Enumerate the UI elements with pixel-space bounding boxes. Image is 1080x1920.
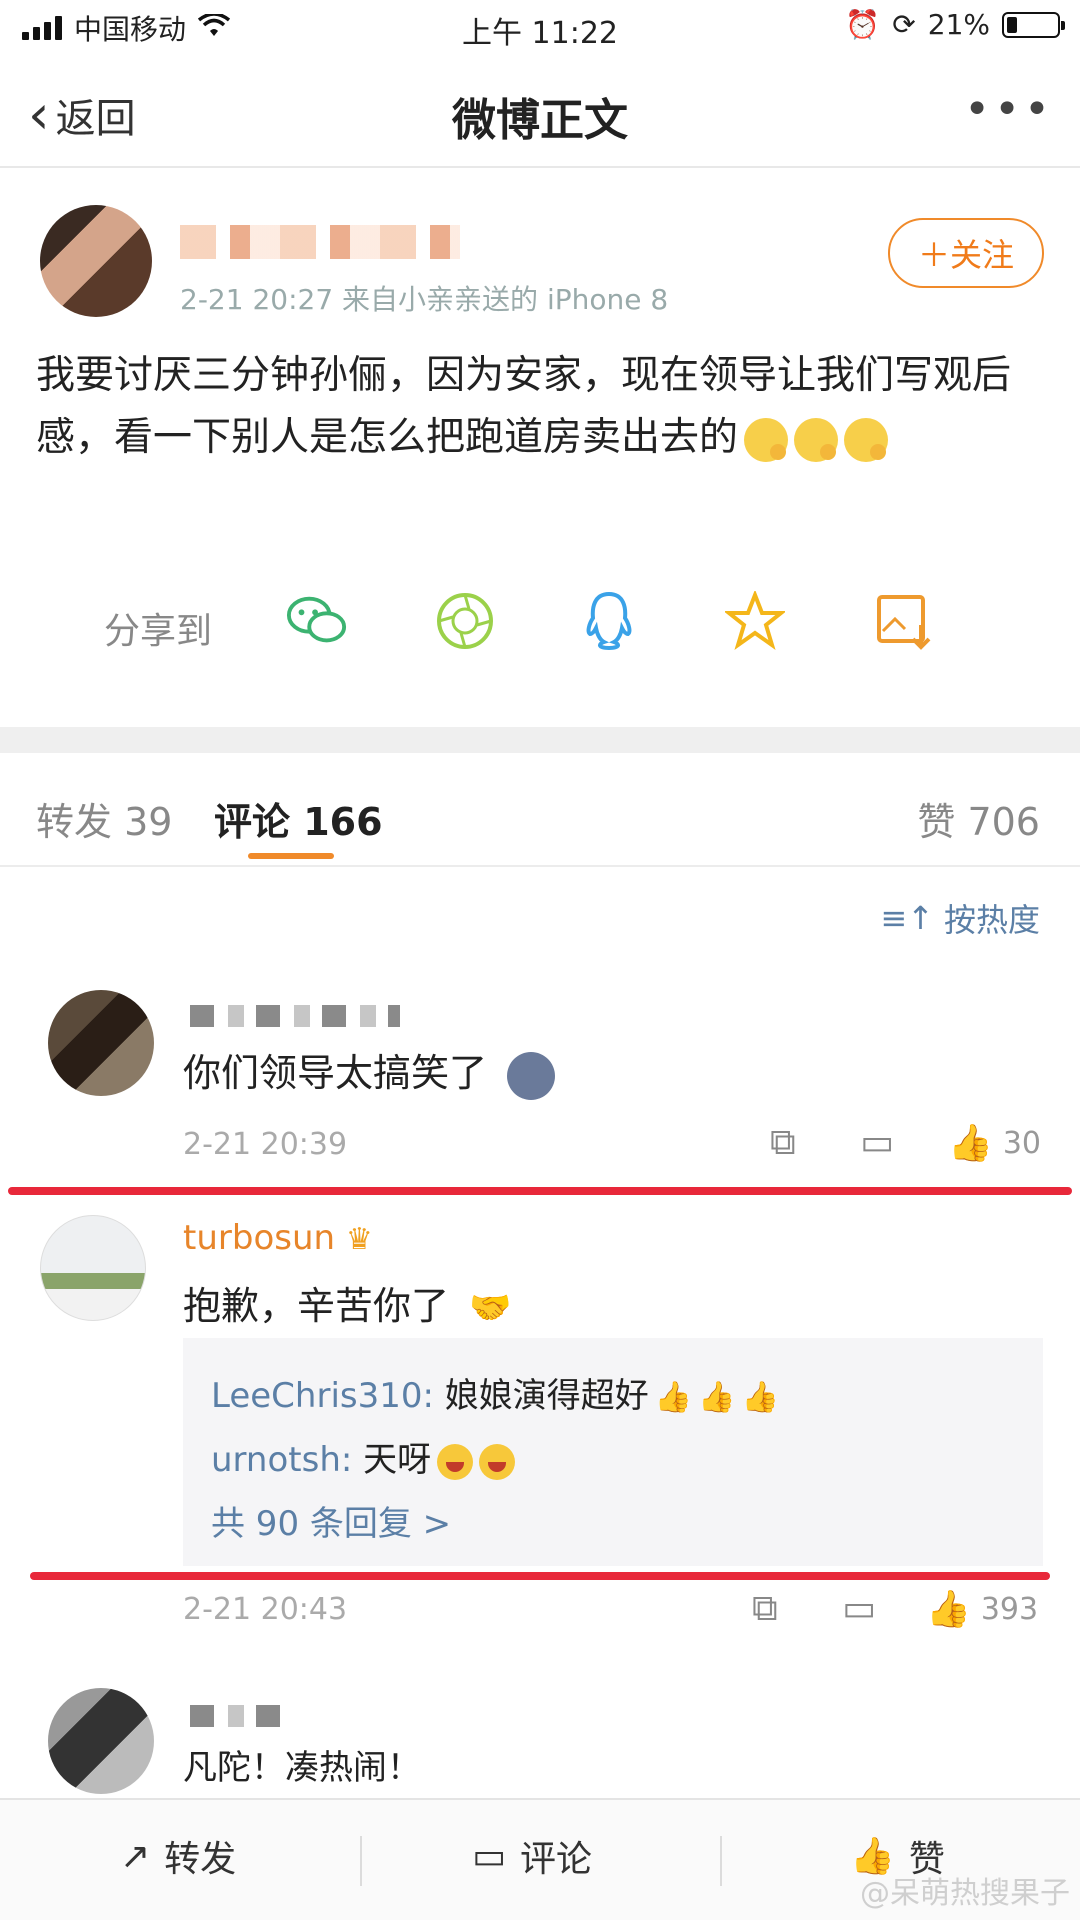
comment-icon: ▭ <box>860 1122 895 1163</box>
comment-icon: ▭ <box>472 1835 507 1877</box>
thinking-emoji-icon <box>844 417 889 462</box>
reply-item: LeeChris310: 娘娘演得超好 👍 👍 👍 <box>211 1368 779 1417</box>
reply-user[interactable]: LeeChris310: <box>211 1376 434 1416</box>
reply-item: urnotsh: 天呀 <box>211 1432 516 1481</box>
like-count: 393 <box>980 1591 1039 1627</box>
moments-icon[interactable] <box>434 590 496 652</box>
comment-button[interactable]: ▭ 评论 <box>472 1830 592 1882</box>
alarm-icon: ⏰ <box>845 8 881 41</box>
post-meta: 2-21 20:27 来自小亲亲送的 iPhone 8 <box>180 283 669 316</box>
rotation-lock-icon: ⟳ <box>892 8 916 41</box>
active-tab-indicator <box>248 853 334 859</box>
like-comment-button[interactable]: 👍 393 <box>926 1588 1038 1630</box>
reply-preview[interactable]: LeeChris310: 娘娘演得超好 👍 👍 👍 urnotsh: 天呀 共 90 … <box>183 1338 1043 1566</box>
author-name-text: turbosun <box>183 1218 336 1258</box>
comment-text: 抱歉，辛苦你了 🤝 <box>183 1275 511 1330</box>
comment-time: 2-21 20:39 <box>183 1127 348 1162</box>
share-row: 分享到 <box>0 590 1080 660</box>
crown-icon: ♛ <box>345 1222 373 1257</box>
divider <box>720 1836 722 1886</box>
like-comment-button[interactable]: 👍 30 <box>948 1122 1041 1164</box>
comment-text-content: 抱歉，辛苦你了 <box>183 1284 450 1328</box>
sort-button[interactable]: ≡↑ 按热度 <box>880 895 1040 941</box>
repost-icon: ↗ <box>120 1835 151 1877</box>
battery-icon <box>1002 11 1065 38</box>
author-name-blurred[interactable] <box>180 225 460 259</box>
divider <box>360 1836 362 1886</box>
post-body: 我要讨厌三分钟孙俪，因为安家，现在领导让我们写观后感，看一下别人是怎么把跑道房卖… <box>36 345 1036 469</box>
wechat-icon[interactable] <box>286 590 348 652</box>
reply-comment-button[interactable]: ▭ <box>860 1122 894 1163</box>
reply-user[interactable]: urnotsh: <box>211 1440 352 1480</box>
sort-label: 按热度 <box>943 901 1040 939</box>
view-all-replies-link[interactable]: 共 90 条回复 > <box>211 1496 451 1545</box>
qq-icon[interactable] <box>578 590 640 652</box>
laugh-emoji-icon <box>479 1443 516 1480</box>
repost-label: 转发 <box>164 1839 237 1880</box>
share-comment-button[interactable]: ⧉ <box>770 1122 796 1164</box>
status-right: ⏰ ⟳ 21% <box>845 8 1065 41</box>
thinking-emoji-icon <box>744 417 789 462</box>
thumbs-up-emoji-icon: 👍 <box>741 1380 779 1415</box>
thumbs-up-emoji-icon: 👍 <box>654 1380 693 1415</box>
comment-avatar[interactable] <box>40 1215 146 1321</box>
battery-percent: 21% <box>927 8 990 41</box>
qzone-icon[interactable] <box>724 590 786 652</box>
reply-comment-button[interactable]: ▭ <box>842 1588 876 1629</box>
comment-label: 评论 <box>520 1839 593 1880</box>
share-icon: ⧉ <box>770 1122 796 1163</box>
highlight-line <box>8 1187 1072 1195</box>
tab-repost[interactable]: 转发 39 <box>36 791 172 846</box>
comment-text-content: 你们领导太搞笑了 <box>183 1051 488 1095</box>
comment-author-blurred[interactable] <box>190 1005 400 1027</box>
comment-text: 凡陀！凑热闹！ <box>183 1748 421 1788</box>
comment-author-name[interactable]: turbosun ♛ <box>183 1218 373 1258</box>
tab-comment[interactable]: 评论 166 <box>214 791 383 846</box>
status-bar: 中国移动 上午 11:22 ⏰ ⟳ 21% <box>0 0 1080 56</box>
reply-text: 娘娘演得超好 <box>433 1376 649 1416</box>
comment-icon: ▭ <box>842 1588 877 1629</box>
tab-like[interactable]: 赞 706 <box>917 791 1040 846</box>
page-title: 微博正文 <box>452 95 628 146</box>
laugh-emoji-icon <box>437 1443 474 1480</box>
comment-author-blurred[interactable] <box>190 1705 280 1727</box>
comment-avatar[interactable] <box>48 1688 154 1794</box>
thumbs-up-emoji-icon: 👍 <box>698 1380 736 1415</box>
handshake-emoji-icon: 🤝 <box>469 1288 512 1328</box>
husky-emoji-icon <box>507 1051 556 1100</box>
save-image-icon[interactable] <box>872 590 934 652</box>
nav-bar: ‹ 返回 微博正文 ••• <box>0 56 1080 168</box>
watermark: @呆萌热搜果子 <box>860 1876 1070 1911</box>
section-separator <box>0 727 1080 753</box>
repost-button[interactable]: ↗ 转发 <box>120 1830 236 1882</box>
follow-button[interactable]: ＋关注 <box>888 218 1044 288</box>
author-avatar[interactable] <box>40 205 152 317</box>
like-count: 30 <box>1002 1125 1042 1161</box>
comment-text: 你们领导太搞笑了 <box>183 1042 556 1100</box>
comment-avatar[interactable] <box>48 990 154 1096</box>
comment-time: 2-21 20:43 <box>183 1592 348 1627</box>
highlight-line <box>30 1572 1050 1580</box>
share-label: 分享到 <box>104 611 213 652</box>
thumbs-up-icon: 👍 <box>926 1589 971 1630</box>
share-comment-button[interactable]: ⧉ <box>752 1588 778 1630</box>
tab-bar: 转发 39 评论 166 赞 706 <box>0 753 1080 867</box>
share-icon: ⧉ <box>752 1588 778 1629</box>
sort-icon: ≡↑ <box>880 899 934 937</box>
thumbs-up-icon: 👍 <box>948 1123 993 1164</box>
thinking-emoji-icon <box>794 417 839 462</box>
reply-text: 天呀 <box>352 1440 432 1480</box>
more-icon[interactable]: ••• <box>964 84 1054 135</box>
